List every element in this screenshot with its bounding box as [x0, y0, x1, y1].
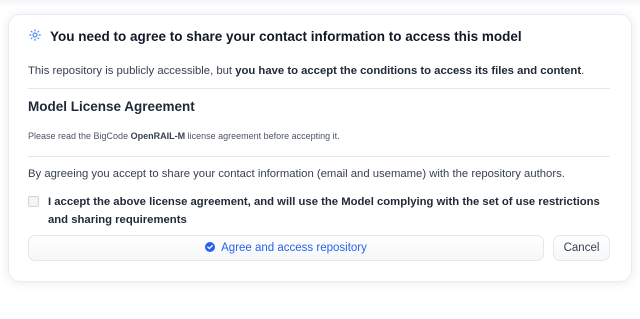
access-intro-text: This repository is publicly accessible, … [28, 65, 584, 77]
accept-license-label[interactable]: I accept the above license agreement, an… [48, 193, 618, 229]
license-note: Please read the BigCode OpenRAIL-M licen… [28, 131, 340, 141]
gated-access-dialog: You need to agree to share your contact … [8, 14, 632, 282]
divider [28, 156, 610, 157]
intro-bold: you have to accept the conditions to acc… [235, 65, 582, 77]
cancel-button-label: Cancel [563, 242, 600, 254]
gated-model-icon [28, 28, 42, 45]
cancel-button[interactable]: Cancel [553, 235, 610, 261]
dialog-header: You need to agree to share your contact … [28, 28, 522, 45]
agree-and-access-button[interactable]: Agree and access repository [28, 235, 544, 261]
license-name: OpenRAIL-M [130, 131, 186, 141]
intro-plain: This repository is publicly accessible, … [28, 65, 236, 77]
check-circle-icon [205, 241, 216, 255]
accept-license-checkbox[interactable] [28, 196, 39, 207]
agree-button-label: Agree and access repository [221, 242, 367, 254]
intro-end: . [581, 65, 585, 77]
consent-text: By agreeing you accept to share your con… [28, 168, 565, 180]
dialog-title: You need to agree to share your contact … [50, 29, 522, 44]
divider [28, 88, 610, 89]
license-heading: Model License Agreement [28, 99, 195, 114]
license-note-prefix: Please read the BigCode [28, 131, 131, 141]
license-note-suffix: license agreement before accepting it. [185, 131, 340, 141]
page-top-edge [0, 0, 640, 8]
accept-license-row: I accept the above license agreement, an… [28, 193, 618, 229]
